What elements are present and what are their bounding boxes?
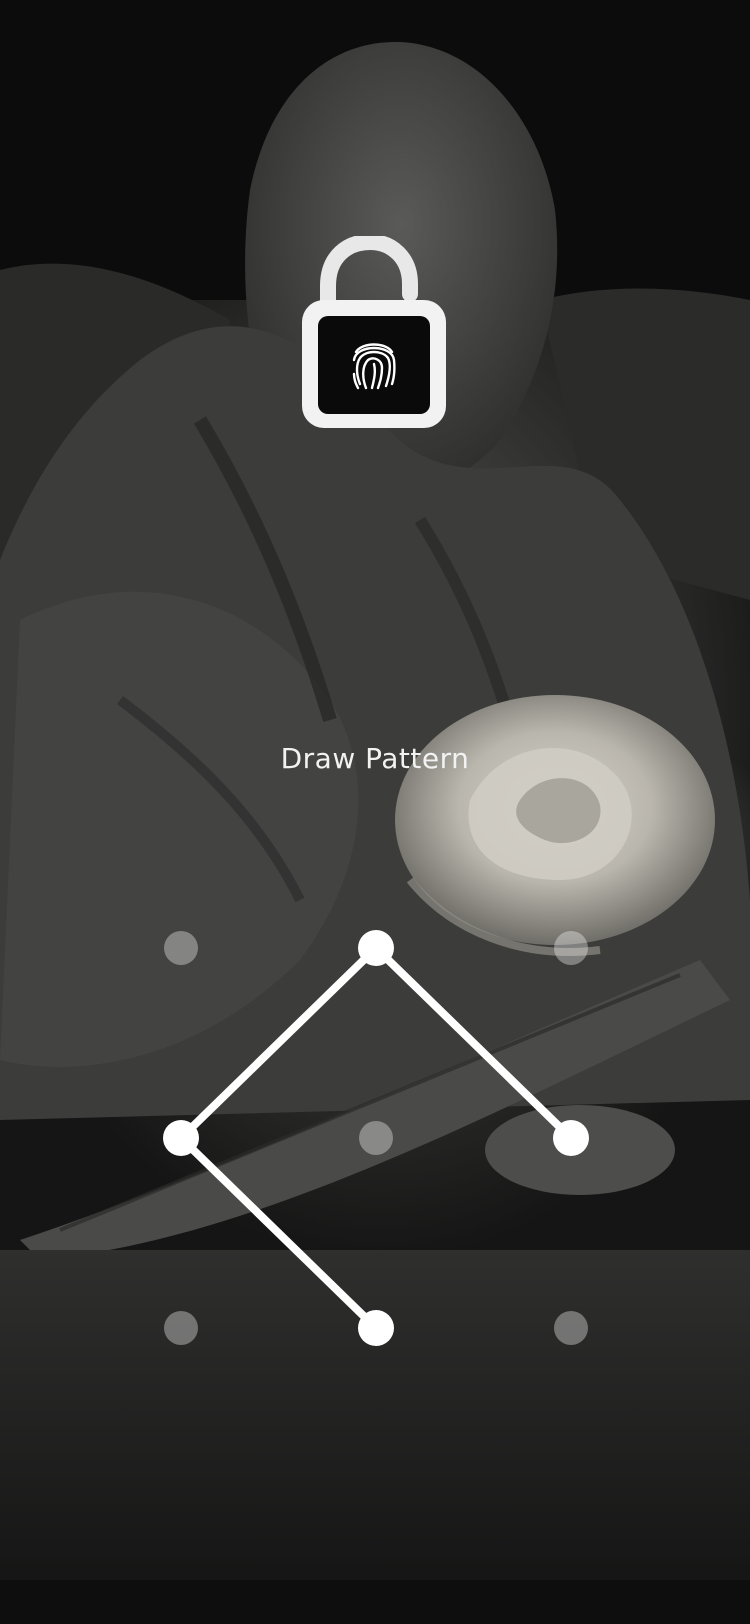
- pattern-dot-1[interactable]: [164, 931, 198, 965]
- pattern-path: [177, 944, 575, 1332]
- pattern-dot-2[interactable]: [358, 930, 394, 966]
- pattern-dot-6[interactable]: [553, 1120, 589, 1156]
- pattern-dot-8[interactable]: [358, 1310, 394, 1346]
- pattern-dot-9[interactable]: [554, 1311, 588, 1345]
- pattern-dot-3[interactable]: [554, 931, 588, 965]
- lock-screen: Draw Pattern: [0, 0, 750, 1624]
- pattern-dot-5[interactable]: [359, 1121, 393, 1155]
- pattern-dot-7[interactable]: [164, 1311, 198, 1345]
- pattern-dot-4[interactable]: [163, 1120, 199, 1156]
